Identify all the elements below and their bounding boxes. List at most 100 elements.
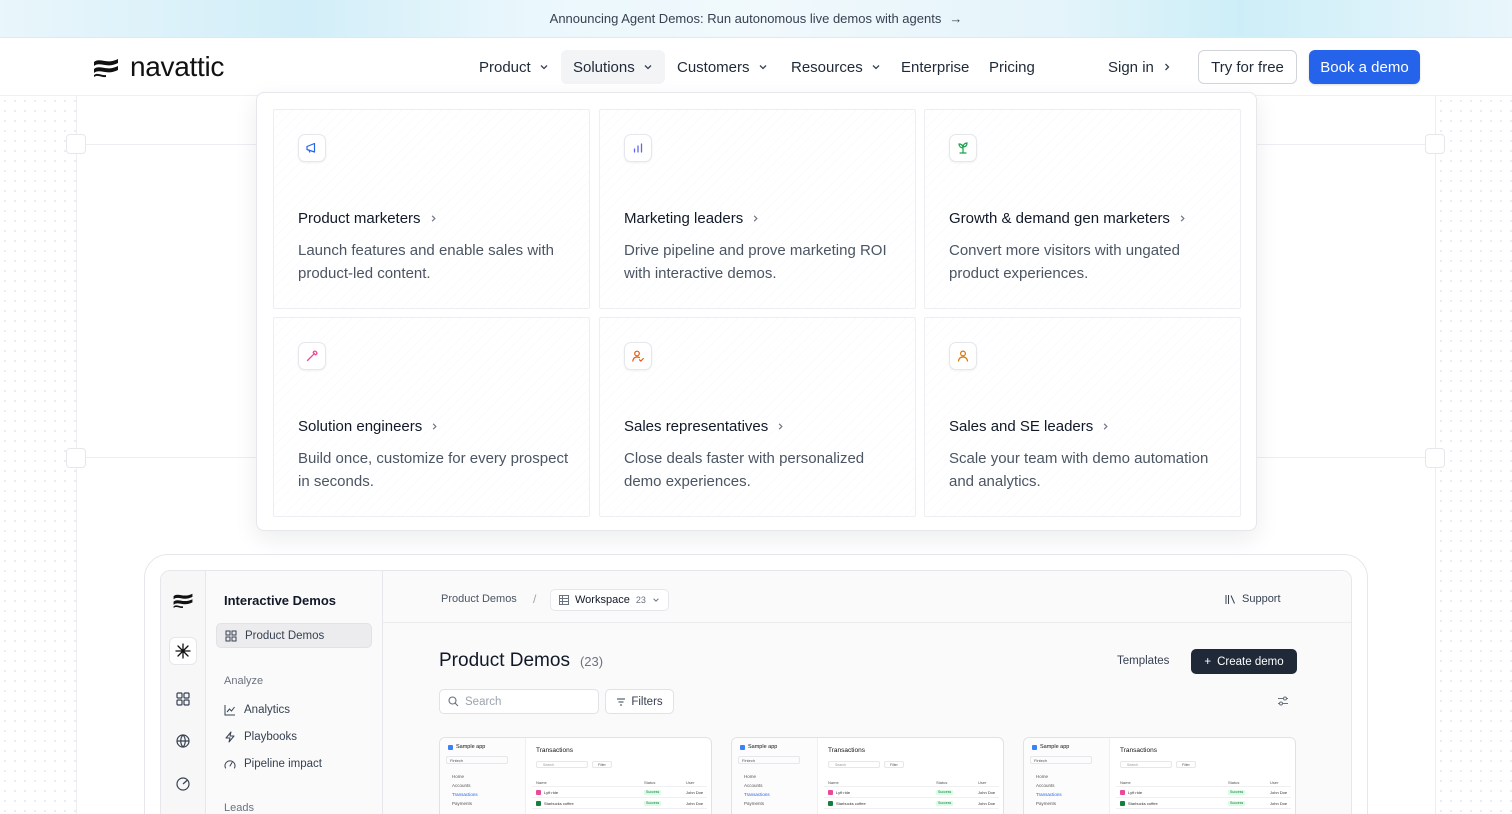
- lightning-icon: [225, 731, 235, 742]
- thumb-header: User: [686, 780, 695, 785]
- table-icon: [559, 595, 569, 605]
- chevron-down-icon: [653, 598, 659, 602]
- templates-button[interactable]: Templates: [1117, 655, 1169, 667]
- frame-handle: [66, 134, 86, 154]
- nav-resources[interactable]: Resources: [779, 50, 893, 84]
- solution-card-desc: Drive pipeline and prove marketing ROI w…: [624, 242, 887, 282]
- rail-globe-button[interactable]: [169, 727, 197, 755]
- sidebar-item-label: Product Demos: [245, 629, 325, 642]
- solution-card-title-text: Sales and SE leaders: [949, 418, 1094, 435]
- solution-card-sales-se-leaders[interactable]: Sales and SE leaders Scale your team wit…: [924, 317, 1241, 517]
- thumb-search: Search: [828, 761, 880, 768]
- solution-card-growth-marketers[interactable]: Growth & demand gen marketers Convert mo…: [924, 109, 1241, 309]
- breadcrumb[interactable]: Product Demos: [441, 593, 517, 605]
- thumb-nav-item: Transactions: [744, 792, 770, 797]
- demo-thumbnail[interactable]: Sample app Fintech Home Accounts Transac…: [439, 737, 712, 814]
- solution-card-title: Marketing leaders: [624, 210, 760, 227]
- solution-card-title: Solution engineers: [298, 418, 439, 435]
- solution-card-title-text: Solution engineers: [298, 418, 423, 435]
- create-demo-button[interactable]: + Create demo: [1191, 649, 1297, 674]
- nav-enterprise[interactable]: Enterprise: [889, 50, 981, 84]
- thumb-app-name: Sample app: [1032, 744, 1069, 750]
- thumb-nav-item: Transactions: [452, 792, 478, 797]
- frame-handle: [66, 448, 86, 468]
- solution-card-product-marketers[interactable]: Product marketers Launch features and en…: [273, 109, 590, 309]
- thumb-select: Fintech: [446, 756, 508, 764]
- thumb-app-name: Sample app: [740, 744, 777, 750]
- demo-thumbnail[interactable]: Sample app Fintech Home Accounts Transac…: [1023, 737, 1296, 814]
- thumb-cell: Starbucks coffee: [836, 801, 866, 806]
- thumb-cell: John Doe: [978, 790, 996, 795]
- book-demo-button[interactable]: Book a demo: [1309, 50, 1420, 84]
- thumb-select: Fintech: [738, 756, 800, 764]
- announcement-text[interactable]: Announcing Agent Demos: Run autonomous l…: [550, 11, 942, 26]
- nav-pricing[interactable]: Pricing: [977, 50, 1047, 84]
- navattic-logo-icon: [94, 59, 118, 78]
- sign-in-link[interactable]: Sign in: [1096, 50, 1184, 84]
- workspace-selector[interactable]: Workspace 23: [550, 589, 669, 611]
- gauge-icon: [224, 759, 236, 768]
- thumb-nav-item: Home: [744, 774, 757, 779]
- thumb-header: Name: [1120, 780, 1131, 785]
- search-input[interactable]: Search: [439, 689, 599, 714]
- chevron-right-icon: [1104, 423, 1108, 430]
- app-topbar: Product Demos / Workspace 23 Support: [383, 571, 1351, 623]
- thumb-nav-item: Payments: [744, 801, 765, 806]
- sidebar-item-pipeline-impact[interactable]: Pipeline impact: [216, 751, 372, 776]
- nav-pricing-label: Pricing: [989, 58, 1035, 76]
- thumb-header: Name: [828, 780, 839, 785]
- chevron-right-icon: [433, 423, 437, 430]
- arrow-right-icon: →: [949, 11, 963, 26]
- chevron-right-icon: [431, 215, 436, 222]
- solution-card-marketing-leaders[interactable]: Marketing leaders Drive pipeline and pro…: [599, 109, 916, 309]
- sliders-icon[interactable]: [1277, 695, 1289, 707]
- page-title-text: Product Demos: [439, 650, 570, 671]
- solution-card-sales-representatives[interactable]: Sales representatives Close deals faster…: [599, 317, 916, 517]
- thumb-nav-item: Home: [1036, 774, 1049, 779]
- solution-card-desc: Convert more visitors with ungated produ…: [949, 242, 1180, 282]
- sign-in-label: Sign in: [1108, 58, 1154, 76]
- page-title: Product Demos (23): [439, 650, 603, 672]
- nav-solutions[interactable]: Solutions: [561, 50, 665, 84]
- thumb-search: Search: [1120, 761, 1172, 768]
- thumb-header: Name: [536, 780, 547, 785]
- globe-icon: [176, 734, 190, 748]
- sidebar-item-product-demos[interactable]: Product Demos: [216, 623, 372, 648]
- create-demo-label: Create demo: [1217, 655, 1284, 668]
- sprout-icon: [949, 134, 977, 162]
- brand-logo[interactable]: navattic: [92, 51, 224, 82]
- grid-icon: [176, 692, 190, 706]
- rail-chart-button[interactable]: [169, 770, 197, 798]
- filters-button[interactable]: Filters: [605, 689, 674, 714]
- user-icon: [949, 342, 977, 370]
- starbucks-logo-icon: [536, 801, 541, 806]
- try-for-free-button[interactable]: Try for free: [1198, 50, 1297, 84]
- lyft-logo-icon: [828, 790, 833, 795]
- rail-sparkle-button[interactable]: [169, 637, 197, 665]
- app-icon: [740, 744, 745, 750]
- support-link[interactable]: Support: [1225, 593, 1281, 605]
- announcement-bar[interactable]: Announcing Agent Demos: Run autonomous l…: [0, 0, 1512, 38]
- nav-customers[interactable]: Customers: [665, 50, 780, 84]
- nav-product[interactable]: Product: [467, 50, 561, 84]
- starbucks-logo-icon: [1120, 801, 1125, 806]
- sidebar-item-playbooks[interactable]: Playbooks: [216, 724, 372, 749]
- thumb-cell: John Doe: [1270, 801, 1288, 806]
- thumb-nav-item: Payments: [1036, 801, 1057, 806]
- rail-grid-button[interactable]: [169, 685, 197, 713]
- sidebar-item-analytics[interactable]: Analytics: [216, 697, 372, 722]
- solution-card-solution-engineers[interactable]: Solution engineers Build once, customize…: [273, 317, 590, 517]
- thumb-sidebar: Sample app Fintech Home Accounts Transac…: [732, 738, 818, 814]
- thumb-nav-item: Home: [452, 774, 465, 779]
- thumb-title: Transactions: [1120, 747, 1157, 754]
- solution-card-title: Growth & demand gen marketers: [949, 210, 1187, 227]
- thumb-divider: [532, 786, 707, 787]
- line-chart-icon: [224, 704, 235, 715]
- demo-thumbnail[interactable]: Sample app Fintech Home Accounts Transac…: [731, 737, 1004, 814]
- nav-solutions-label: Solutions: [573, 58, 635, 76]
- sidebar-section-analyze: Analyze: [224, 675, 264, 687]
- thumb-divider: [1116, 808, 1291, 809]
- solution-card-title: Sales and SE leaders: [949, 418, 1110, 435]
- grid-icon: [225, 630, 237, 641]
- thumb-divider: [824, 808, 999, 809]
